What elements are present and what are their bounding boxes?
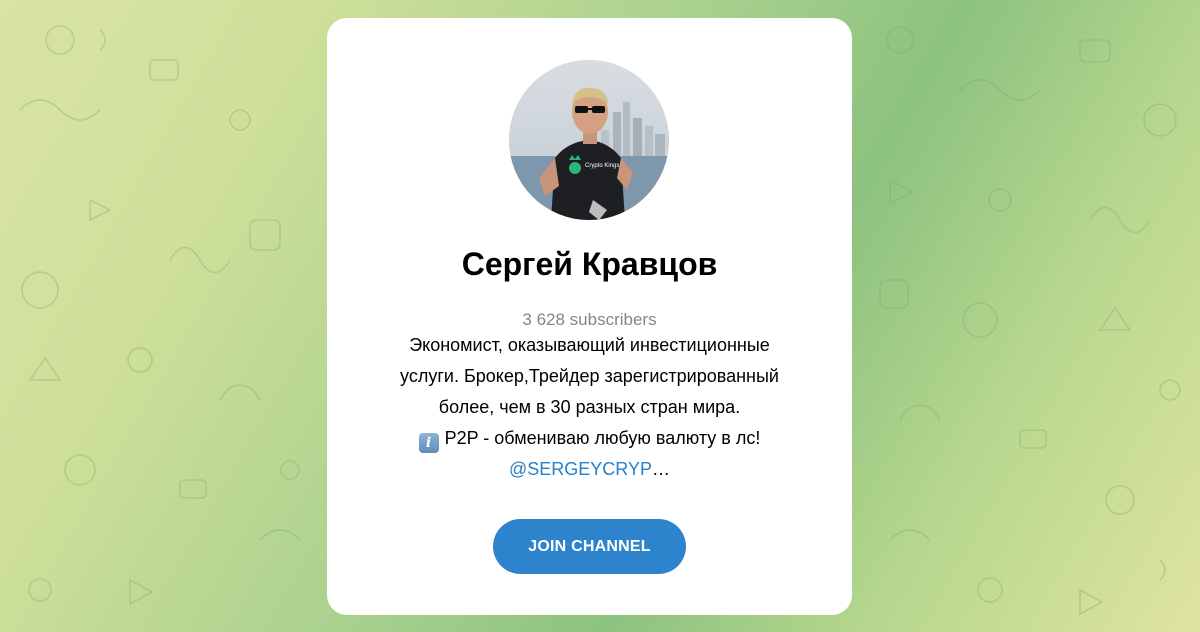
- avatar-photo: Crypto Kings: [509, 60, 669, 220]
- channel-card: Crypto Kings Сергей Кравцов 3 628 subscr…: [327, 18, 852, 615]
- join-channel-button[interactable]: JOIN CHANNEL: [493, 519, 686, 574]
- avatar-shirt-text: Crypto Kings: [585, 163, 619, 169]
- channel-description: Экономист, оказывающий инвестиционные ус…: [357, 330, 822, 485]
- mention-ellipsis: …: [651, 459, 670, 479]
- info-line-text: P2P - обмениваю любую валюту в лс!: [444, 428, 761, 448]
- description-line: Экономист, оказывающий инвестиционные: [409, 335, 770, 355]
- mention-link[interactable]: @SERGEYCRYP: [509, 459, 652, 479]
- subscriber-count: 3 628 subscribers: [522, 310, 657, 329]
- mention-line: @SERGEYCRYP…: [357, 454, 822, 485]
- description-line: более, чем в 30 разных стран мира.: [438, 397, 741, 417]
- information-emoji-icon: i: [418, 433, 439, 453]
- channel-title: Сергей Кравцов: [461, 246, 718, 282]
- description-line: услуги. Брокер,Трейдер зарегистрированны…: [400, 366, 779, 386]
- info-line: i P2P - обмениваю любую валюту в лс!: [357, 423, 822, 454]
- channel-avatar: Crypto Kings: [509, 60, 669, 220]
